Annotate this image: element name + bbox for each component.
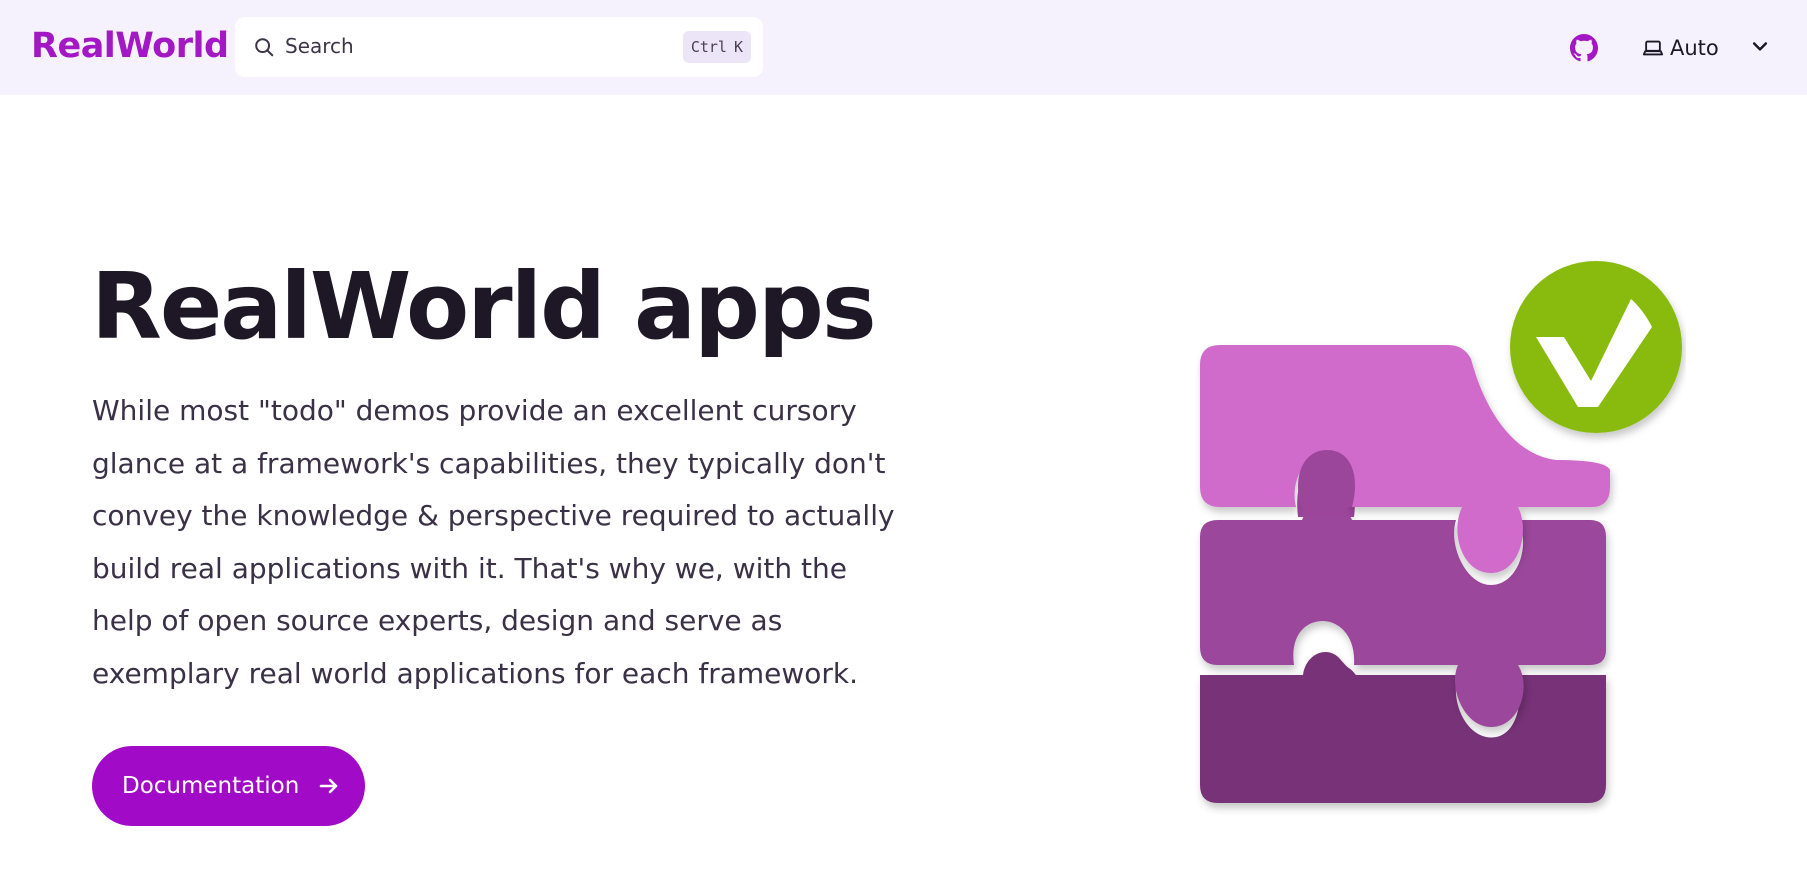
hero-description: While most "todo" demos provide an excel… [92,394,895,690]
search-placeholder: Search [285,34,354,58]
search-icon [255,38,274,57]
hero-title: RealWorld apps [91,253,877,360]
check-circle [1510,261,1682,433]
github-icon[interactable] [1570,34,1598,62]
puzzle-piece-bottom [1200,652,1606,803]
shortcut-ctrl: Ctrl [690,38,727,56]
documentation-button[interactable]: Documentation [92,746,365,826]
laptop-icon [1642,40,1664,56]
theme-selector[interactable]: Auto [1642,28,1719,68]
puzzle-checkmark-logo [1200,261,1682,803]
search-shortcut-badge: Ctrl K [682,31,751,63]
arrow-right-icon [320,778,338,794]
theme-label: Auto [1670,36,1719,60]
brand-logo-link[interactable]: RealWorld [31,26,229,66]
shortcut-key: K [733,38,743,56]
documentation-button-label: Documentation [122,773,300,799]
chevron-down-icon[interactable] [1750,36,1770,56]
top-navbar: RealWorld Search Ctrl K Auto [0,0,1807,95]
search-box[interactable]: Search Ctrl K [235,17,763,77]
